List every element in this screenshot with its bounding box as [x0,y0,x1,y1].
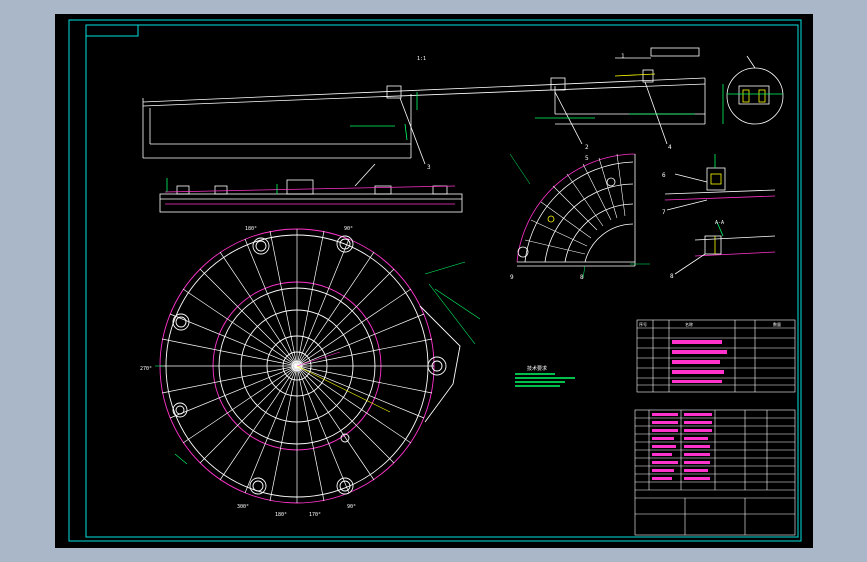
sector-callout-5: 5 [585,155,589,162]
parts-header-qty: 数量 [773,321,781,327]
side-section-view [159,163,463,213]
detail-view-upper [664,154,776,211]
detail-callout-6: 6 [662,172,666,179]
detail-view-lower [674,221,776,275]
section-label: A-A [715,220,724,226]
elevation-scale-label: 1:1 [417,56,426,62]
callout-2: 2 [585,144,589,151]
callout-3: 3 [427,164,431,171]
corner-tag [85,24,139,37]
technical-notes [515,373,575,387]
notes-label: 技术要求 [527,365,547,372]
bom-table [634,409,796,536]
angle-label-left: 270° [140,366,152,372]
parts-header-no: 序号 [639,321,647,327]
circular-plan-view [155,228,481,504]
sector-callout-9: 9 [510,274,514,281]
angle-label-top-1: 180° [245,226,257,232]
detail-circle [726,55,784,125]
bom-table-text [652,413,712,480]
cad-drawing: 1:1 1 2 3 4 180° 90° 270° 300° 180° 170°… [68,19,802,542]
parts-header-name: 名称 [685,321,693,327]
angle-label-bottom-2: 180° [275,512,287,518]
angle-label-bottom-3: 170° [309,512,321,518]
detail-callout-8: 8 [670,273,674,280]
parts-table-text [672,340,727,383]
callout-1: 1 [621,53,625,60]
sector-view [509,153,650,279]
elevation-view [142,47,724,165]
angle-label-bottom-4: 90° [347,504,356,510]
detail-callout-7: 7 [662,209,666,216]
sheet-inner-frame [85,24,799,538]
angle-label-top-2: 90° [344,226,353,232]
cad-viewport[interactable]: 1:1 1 2 3 4 180° 90° 270° 300° 180° 170°… [55,14,813,548]
sector-callout-8: 8 [580,274,584,281]
callout-4: 4 [668,144,672,151]
angle-label-bottom-1: 300° [237,504,249,510]
